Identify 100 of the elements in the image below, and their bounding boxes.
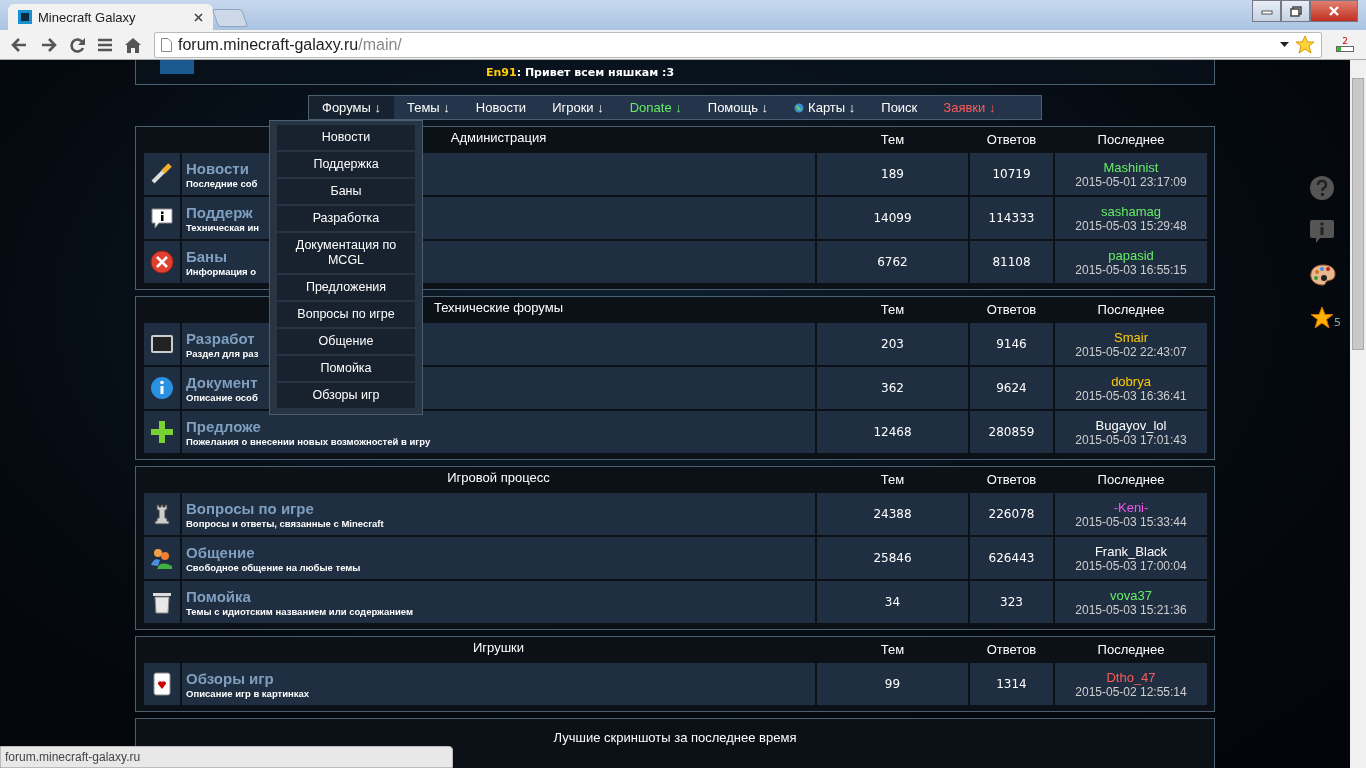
maximize-button[interactable]	[1281, 0, 1310, 22]
error-icon	[150, 250, 174, 274]
reload-icon[interactable]	[70, 36, 86, 53]
nav-item[interactable]: Поиск	[868, 96, 931, 119]
user-link[interactable]: Frank_Black	[1094, 543, 1168, 559]
forum-description: Вопросы и ответы, связанные с Minecraft	[186, 517, 384, 529]
forum-link[interactable]: Вопросы по игре	[186, 499, 314, 518]
column-header: Ответов	[985, 131, 1038, 149]
user-link[interactable]: Dtho_47	[1106, 669, 1156, 685]
topics-count: 12468	[817, 411, 968, 453]
nav-item[interactable]: Игроки ↓	[539, 96, 617, 119]
forum-description: Последние соб	[186, 177, 258, 189]
scrollbar[interactable]	[1350, 60, 1366, 768]
topics-count: 25846	[817, 537, 968, 579]
forum-link[interactable]: Документ	[186, 373, 258, 392]
replies-count: 280859	[970, 411, 1053, 453]
playing-card-icon	[150, 672, 174, 696]
replies-count: 81108	[970, 241, 1053, 283]
url-text: forum.minecraft-galaxy.ru/main/	[178, 35, 403, 54]
forum-link[interactable]: Поддерж	[186, 203, 253, 222]
replies-count: 323	[970, 581, 1053, 623]
forum-description: Темы с идиотским названием или содержанием	[186, 605, 413, 617]
palette-icon[interactable]	[1310, 264, 1336, 286]
replies-count: 114333	[970, 197, 1053, 239]
replies-count: 9146	[970, 323, 1053, 365]
forum-link[interactable]: Разработ	[186, 329, 255, 348]
replies-count: 226078	[970, 493, 1053, 535]
info-bubble-icon[interactable]	[1310, 220, 1334, 244]
chat-message: En91: Привет всем няшкам :3	[486, 65, 675, 79]
section-title: Технические форумы	[433, 299, 563, 315]
nav-item[interactable]: Карты ↓	[781, 96, 869, 119]
column-header: Ответов	[985, 301, 1038, 319]
restore-icon	[1289, 5, 1302, 17]
forum-link[interactable]: Новости	[186, 159, 249, 178]
forum-description: Свободное общение на любые темы	[186, 561, 361, 573]
forum-link[interactable]: Предложе	[186, 417, 261, 436]
menu-item[interactable]: Предложения	[277, 275, 415, 300]
forum-link[interactable]: Баны	[186, 247, 227, 266]
menu-item[interactable]: Общение	[277, 329, 415, 354]
caret-icon[interactable]	[1280, 42, 1289, 47]
menu-item[interactable]: Новости	[277, 125, 415, 150]
star-icon[interactable]	[1295, 35, 1315, 54]
forum-link[interactable]: Обзоры игр	[186, 669, 274, 688]
nav-item[interactable]: Форумы ↓	[309, 96, 394, 119]
forum-description: Техническая ин	[186, 221, 260, 233]
column-header: Последнее	[1096, 641, 1166, 659]
post-time: 2015-05-01 23:17:09	[1075, 174, 1187, 189]
forum-link[interactable]: Помойка	[186, 587, 251, 606]
menu-item[interactable]: Баны	[277, 179, 415, 204]
nav-item[interactable]: Темы ↓	[393, 96, 463, 119]
users-icon	[150, 546, 174, 570]
section-title: Игрушки	[472, 639, 525, 655]
post-time: 2015-05-03 16:36:41	[1075, 388, 1187, 403]
menu-icon[interactable]	[98, 37, 112, 52]
nav-item[interactable]: Новости	[462, 96, 540, 119]
user-link[interactable]: Bugayov_lol	[1095, 417, 1167, 433]
status-bar: forum.minecraft-galaxy.ru	[0, 746, 453, 768]
close-icon[interactable]	[194, 12, 203, 22]
extension-button[interactable]: 2	[1334, 37, 1356, 52]
section-title: Игровой процесс	[447, 469, 550, 485]
nav-item[interactable]: Помощь ↓	[694, 96, 782, 119]
replies-count: 10719	[970, 153, 1053, 195]
topics-count: 362	[817, 367, 968, 409]
menu-item[interactable]: Обзоры игр	[277, 383, 415, 408]
user-link[interactable]: Smair	[1114, 329, 1148, 345]
address-bar[interactable]: forum.minecraft-galaxy.ru/main/	[154, 31, 1322, 58]
user-link[interactable]: vova37	[1110, 587, 1152, 603]
post-time: 2015-05-02 12:55:14	[1075, 684, 1187, 699]
close-button[interactable]	[1310, 0, 1358, 22]
user-link[interactable]: dobrya	[1111, 373, 1151, 389]
minimize-button[interactable]	[1252, 0, 1281, 22]
user-link[interactable]: papasid	[1108, 247, 1154, 263]
forum-link[interactable]: Общение	[186, 543, 255, 562]
meter-icon	[1336, 46, 1354, 52]
post-time: 2015-05-02 22:43:07	[1075, 344, 1187, 359]
menu-item[interactable]: Вопросы по игре	[277, 302, 415, 327]
user-link[interactable]: Mashinist	[1103, 159, 1159, 175]
menu-item[interactable]: Поддержка	[277, 152, 415, 177]
replies-count: 1314	[970, 663, 1053, 705]
replies-count: 9624	[970, 367, 1053, 409]
forum-description: Раздел для раз	[186, 347, 259, 359]
column-header: Ответов	[985, 641, 1038, 659]
user-link[interactable]: sashamag	[1101, 203, 1161, 219]
back-icon[interactable]	[10, 36, 28, 53]
forum-description: Пожелания о внесении новых возможностей в игру	[186, 435, 431, 447]
help-icon[interactable]	[1310, 176, 1334, 200]
user-link[interactable]: -Keni-	[1113, 499, 1149, 515]
column-header: Тем	[879, 131, 906, 149]
menu-item[interactable]: Документация по MCGL	[277, 233, 415, 273]
home-icon[interactable]	[124, 36, 142, 53]
post-time: 2015-05-03 15:29:48	[1075, 218, 1187, 233]
nav-item[interactable]: Заявки ↓	[930, 96, 1009, 119]
menu-item[interactable]: Помойка	[277, 356, 415, 381]
column-header: Ответов	[985, 471, 1038, 489]
star-icon[interactable]	[1310, 306, 1334, 329]
forward-icon[interactable]	[40, 36, 58, 53]
close-icon	[1328, 6, 1340, 16]
menu-item[interactable]: Разработка	[277, 206, 415, 231]
nav-item[interactable]: Donate ↓	[616, 96, 695, 119]
browser-tab[interactable]: Minecraft Galaxy	[8, 4, 213, 30]
